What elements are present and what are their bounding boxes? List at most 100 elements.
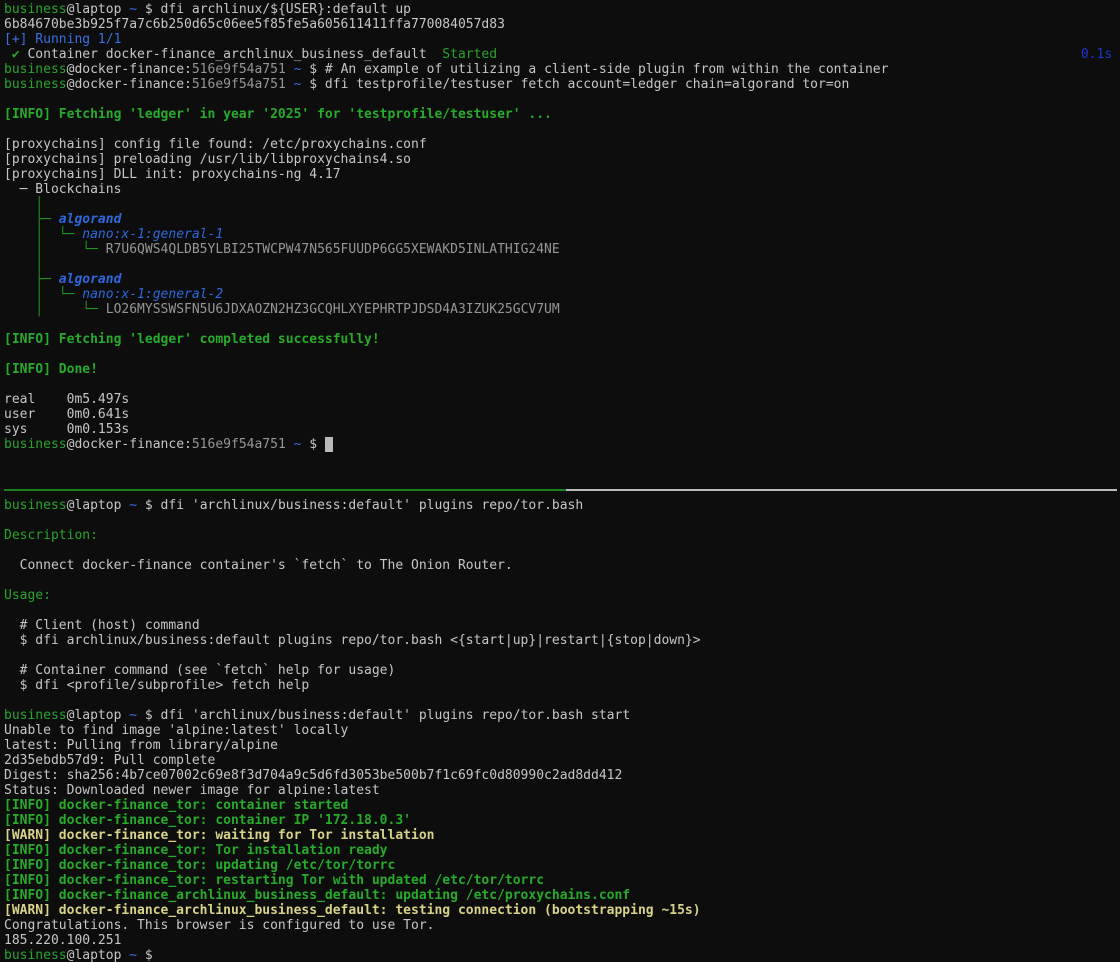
tree-branch: │ └─ xyxy=(4,302,106,317)
command: $ dfi archlinux/${USER}:default up xyxy=(137,2,411,17)
text-segment: sys 0m0.153s xyxy=(4,422,129,437)
tree-line: │ └─ LO26MYSSWSFN5U6JDXAOZN2HZ3GCQHLXYEP… xyxy=(4,302,1120,317)
tree-branch: │ xyxy=(4,257,43,272)
chain-name: algorand xyxy=(59,272,122,287)
text-segment: [INFO] Done! xyxy=(4,362,98,377)
cursor xyxy=(325,437,333,452)
prompt-line-host: business@laptop ~ $ xyxy=(4,948,1120,962)
text-segment: Digest: sha256:4b7ce07002c69e8f3d704a9c5… xyxy=(4,768,622,783)
compose-status-line: [+] Running 1/1 xyxy=(4,32,1120,47)
timing-line: real 0m5.497s xyxy=(4,392,1120,407)
command: $ dfi 'archlinux/business:default' plugi… xyxy=(137,708,630,723)
text-segment xyxy=(286,77,294,92)
blank-line xyxy=(4,347,1120,362)
hostname: @laptop xyxy=(67,2,130,17)
prompt-line-host: business@laptop ~ $ dfi archlinux/${USER… xyxy=(4,2,1120,17)
output-line: latest: Pulling from library/alpine xyxy=(4,738,1120,753)
timing-line: user 0m0.641s xyxy=(4,407,1120,422)
warn-line: [WARN] docker-finance_archlinux_business… xyxy=(4,903,1120,918)
command: $ dfi testprofile/testuser fetch account… xyxy=(301,77,849,92)
text-segment: [INFO] docker-finance_tor: restarting To… xyxy=(4,873,544,888)
help-heading-line: Description: xyxy=(4,528,1120,543)
text-segment: user 0m0.641s xyxy=(4,407,129,422)
text-segment: [INFO] docker-finance_tor: Tor installat… xyxy=(4,843,388,858)
info-line: [INFO] Fetching 'ledger' in year '2025' … xyxy=(4,107,1120,122)
command: $ dfi 'archlinux/business:default' plugi… xyxy=(137,498,583,513)
cwd-tilde: ~ xyxy=(294,77,302,92)
elapsed-time: 0.1s xyxy=(1081,47,1112,62)
tree-line: │ xyxy=(4,257,1120,272)
text-segment: Connect docker-finance container's `fetc… xyxy=(4,558,513,573)
tor-confirmation: Congratulations. This browser is configu… xyxy=(4,918,434,933)
output-line: [proxychains] preloading /usr/lib/libpro… xyxy=(4,152,1120,167)
text-segment: [proxychains] config file found: /etc/pr… xyxy=(4,137,427,152)
text-segment: [INFO] docker-finance_tor: container sta… xyxy=(4,798,348,813)
text-segment: Status: Downloaded newer image for alpin… xyxy=(4,783,380,798)
output-line: Unable to find image 'alpine:latest' loc… xyxy=(4,723,1120,738)
output-line: Congratulations. This browser is configu… xyxy=(4,918,1120,933)
text-segment: [INFO] docker-finance_tor: container IP … xyxy=(4,813,411,828)
help-text-line: $ dfi archlinux/business:default plugins… xyxy=(4,633,1120,648)
text-segment: [INFO] docker-finance_tor: updating /etc… xyxy=(4,858,395,873)
info-line: [INFO] docker-finance_tor: container sta… xyxy=(4,798,1120,813)
text-segment: [WARN] docker-finance_tor: waiting for T… xyxy=(4,828,434,843)
help-text-line: $ dfi <profile/subprofile> fetch help xyxy=(4,678,1120,693)
info-line: [INFO] Done! xyxy=(4,362,1120,377)
account-name: nano:x-1:general-1 xyxy=(82,227,223,242)
text-segment: 2d35ebdb57d9: Pull complete xyxy=(4,753,215,768)
info-line: [INFO] docker-finance_tor: updating /etc… xyxy=(4,858,1120,873)
prompt-line-host: business@laptop ~ $ dfi 'archlinux/busin… xyxy=(4,708,1120,723)
text-segment xyxy=(286,437,294,452)
hostname: @laptop xyxy=(67,948,130,962)
running-status: [+] Running 1/1 xyxy=(4,32,121,47)
divider-line xyxy=(4,483,1120,498)
blank-line xyxy=(4,513,1120,528)
tree-branch: ├─ xyxy=(4,212,59,227)
blank-line xyxy=(4,92,1120,107)
tree-branch: │ xyxy=(4,197,43,212)
prompt-line-container: business@docker-finance:516e9f54a751 ~ $… xyxy=(4,77,1120,92)
tree-branch: ├─ xyxy=(4,272,59,287)
tree-branch: │ └─ xyxy=(4,242,106,257)
text-segment: # Container command (see `fetch` help fo… xyxy=(4,663,395,678)
hostname: @docker-finance: xyxy=(67,437,192,452)
prompt-line-container: business@docker-finance:516e9f54a751 ~ $… xyxy=(4,62,1120,77)
blank-line xyxy=(4,543,1120,558)
tree-root: ─ Blockchains xyxy=(4,182,121,197)
terminal-output[interactable]: business@laptop ~ $ dfi archlinux/${USER… xyxy=(0,0,1120,962)
text-segment: $ dfi archlinux/business:default plugins… xyxy=(4,633,701,648)
command-comment: $ # An example of utilizing a client-sid… xyxy=(301,62,888,77)
blank-line xyxy=(4,122,1120,137)
blank-line xyxy=(4,648,1120,663)
output-line: 6b84670be3b925f7a7c6b250d65c06ee5f85fe5a… xyxy=(4,17,1120,32)
blank-line xyxy=(4,377,1120,392)
text-segment: [WARN] docker-finance_archlinux_business… xyxy=(4,903,701,918)
hostname: @docker-finance: xyxy=(67,77,192,92)
chain-name: algorand xyxy=(59,212,122,227)
tree-line: │ └─ R7U6QWS4QLDB5YLBI25TWCPW47N565FUUDP… xyxy=(4,242,1120,257)
divider-gray-segment xyxy=(566,489,1117,491)
blank-line xyxy=(4,452,1120,467)
text-segment: $ xyxy=(137,948,153,962)
cwd-tilde: ~ xyxy=(129,498,137,513)
tree-line: ├─ algorand xyxy=(4,272,1120,287)
container-hash: 6b84670be3b925f7a7c6b250d65c06ee5f85fe5a… xyxy=(4,17,505,32)
container-id: 516e9f54a751 xyxy=(192,77,286,92)
info-line: [INFO] docker-finance_tor: Tor installat… xyxy=(4,843,1120,858)
text-segment: [proxychains] DLL init: proxychains-ng 4… xyxy=(4,167,341,182)
username: business xyxy=(4,2,67,17)
output-line: 185.220.100.251 xyxy=(4,933,1120,948)
prompt-line-container: business@docker-finance:516e9f54a751 ~ $ xyxy=(4,437,1120,452)
description-heading: Description: xyxy=(4,528,98,543)
blank-line xyxy=(4,693,1120,708)
tree-line: ├─ algorand xyxy=(4,212,1120,227)
cwd-tilde: ~ xyxy=(294,62,302,77)
username: business xyxy=(4,77,67,92)
text-segment: [proxychains] preloading /usr/lib/libpro… xyxy=(4,152,411,167)
text-segment: Unable to find image 'alpine:latest' loc… xyxy=(4,723,348,738)
wallet-address: R7U6QWS4QLDB5YLBI25TWCPW47N565FUUDP6GG5X… xyxy=(106,242,560,257)
info-line: [INFO] docker-finance_tor: container IP … xyxy=(4,813,1120,828)
text-segment: [INFO] Fetching 'ledger' completed succe… xyxy=(4,332,380,347)
help-heading-line: Usage: xyxy=(4,588,1120,603)
compose-container-line: ✔ Container docker-finance_archlinux_bus… xyxy=(4,47,1120,62)
